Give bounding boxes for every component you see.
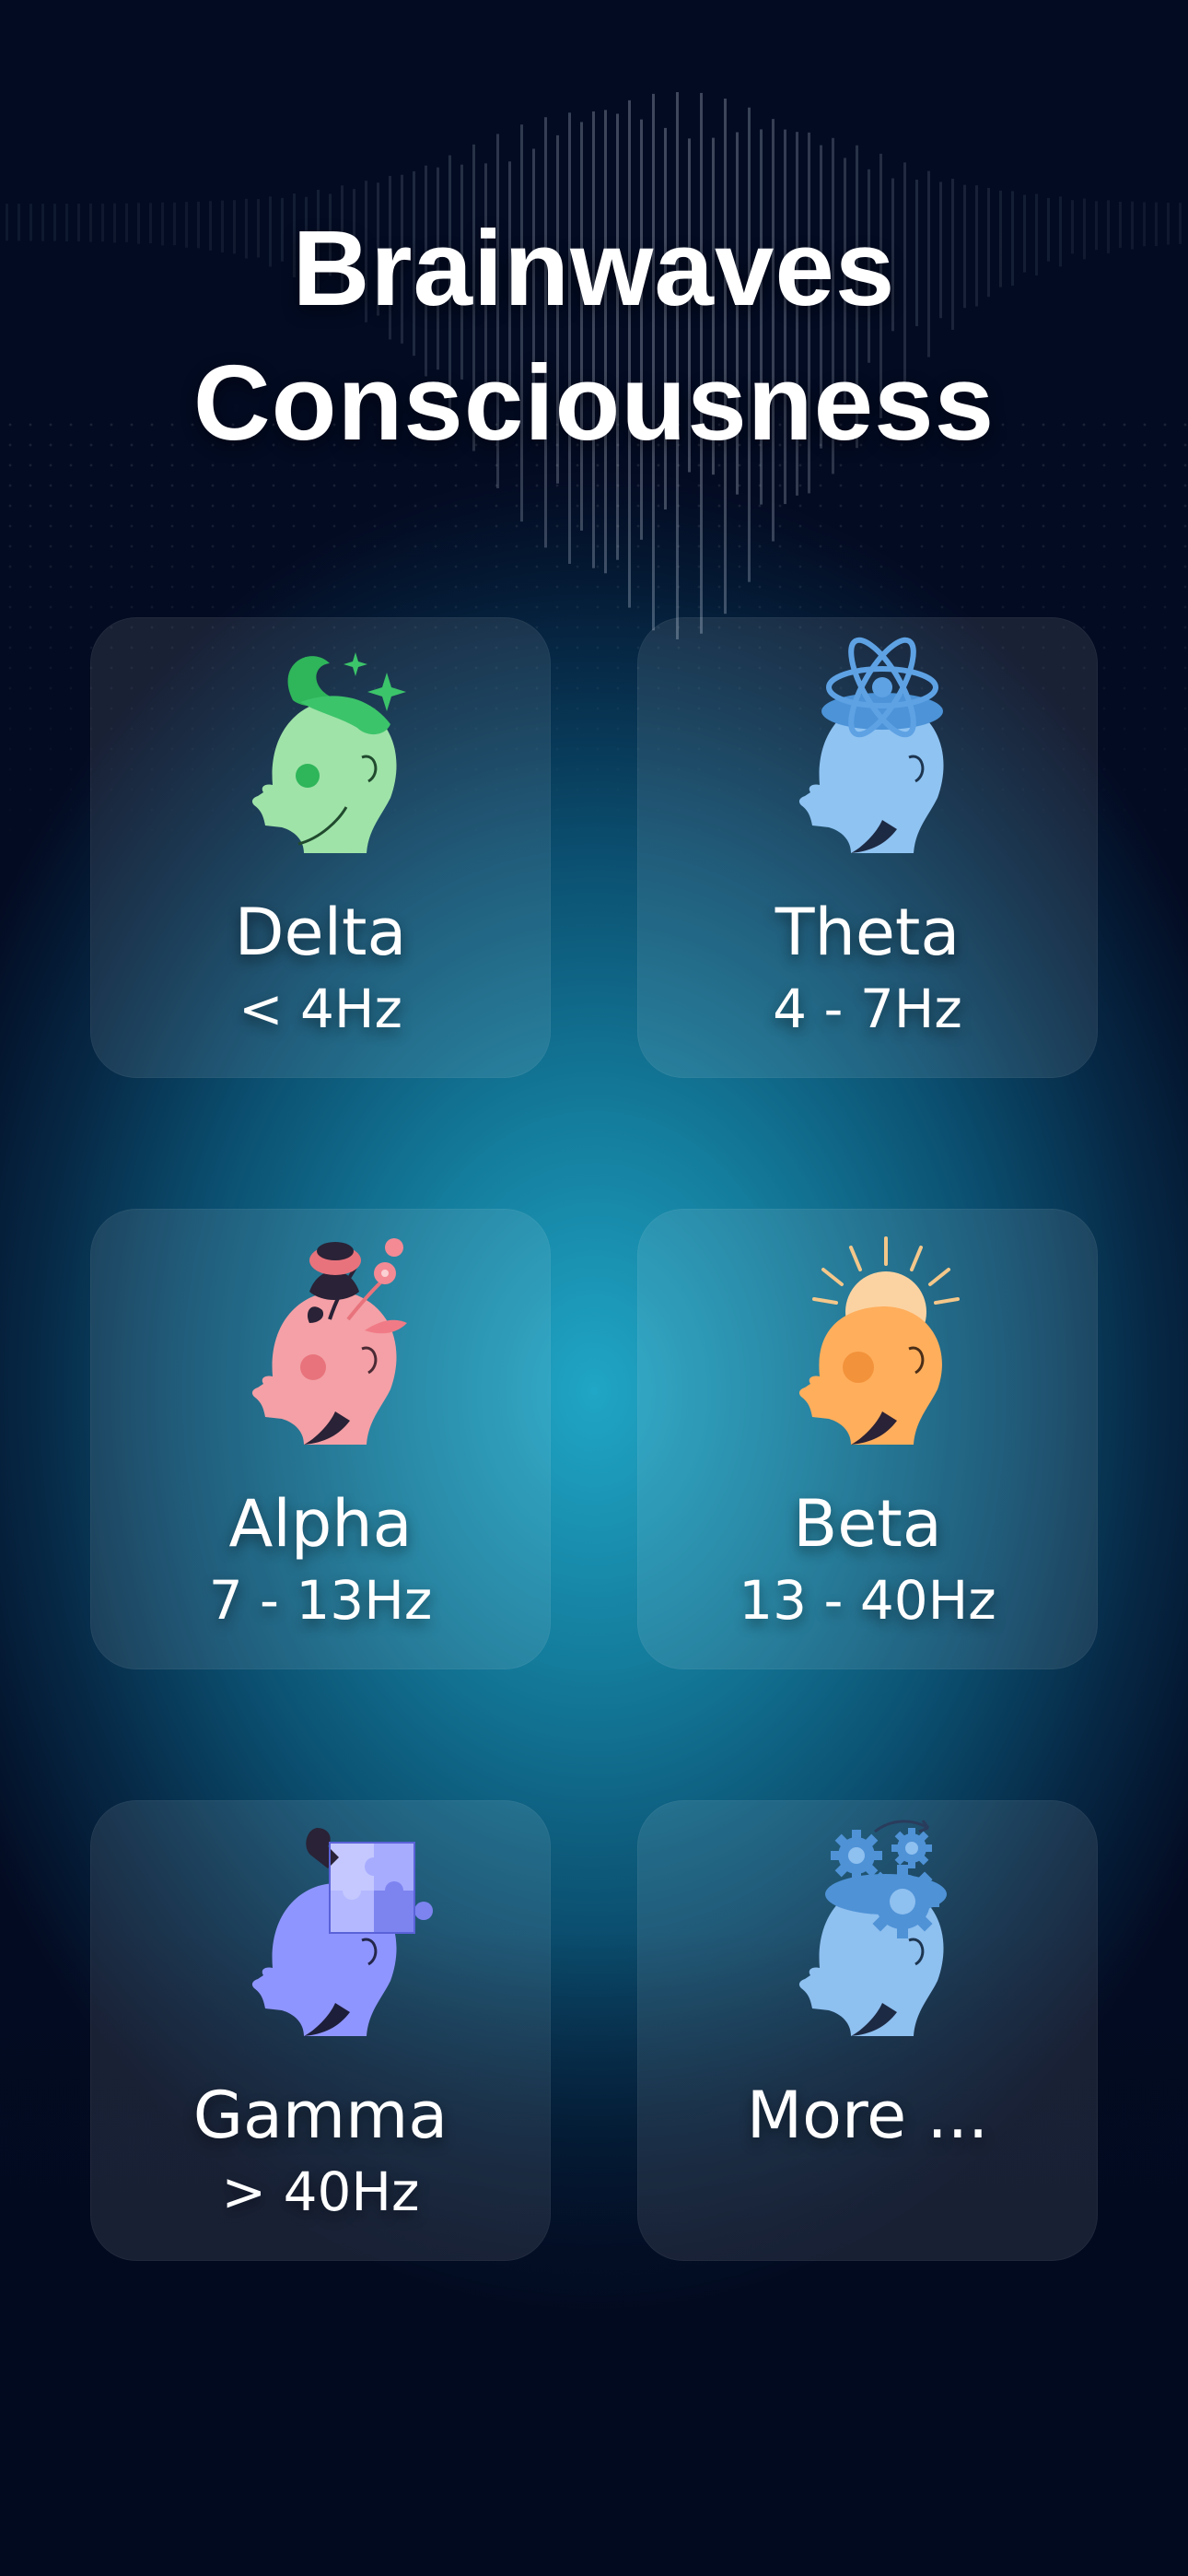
card-alpha[interactable]: Alpha 7 - 13Hz [90,1209,551,1669]
screen: Brainwaves Consciousness Delta < 4Hz The… [0,0,1188,2576]
card-frequency: > 40Hz [221,2160,420,2223]
head-gears-icon [748,1819,987,2058]
head-puzzle-icon [201,1819,440,2058]
card-title: Beta [793,1486,942,1562]
head-sun-icon [748,1227,987,1467]
head-flowers-icon [201,1227,440,1467]
card-frequency: < 4Hz [239,978,402,1040]
card-frequency: 13 - 40Hz [739,1569,996,1632]
card-title: More ... [746,2078,989,2153]
card-gamma[interactable]: Gamma > 40Hz [90,1800,551,2261]
card-title: Theta [775,895,961,970]
card-frequency: 4 - 7Hz [773,978,962,1040]
brainwave-grid: Delta < 4Hz Theta 4 - 7Hz Alpha 7 - 13Hz… [0,0,1188,2576]
card-title: Gamma [192,2078,448,2153]
card-more[interactable]: More ... [637,1800,1098,2261]
head-moon-sparkle-icon [201,636,440,875]
card-theta[interactable]: Theta 4 - 7Hz [637,617,1098,1078]
card-delta[interactable]: Delta < 4Hz [90,617,551,1078]
card-title: Alpha [228,1486,413,1562]
head-atom-icon [748,636,987,875]
card-title: Delta [234,895,407,970]
card-frequency: 7 - 13Hz [208,1569,433,1632]
card-beta[interactable]: Beta 13 - 40Hz [637,1209,1098,1669]
